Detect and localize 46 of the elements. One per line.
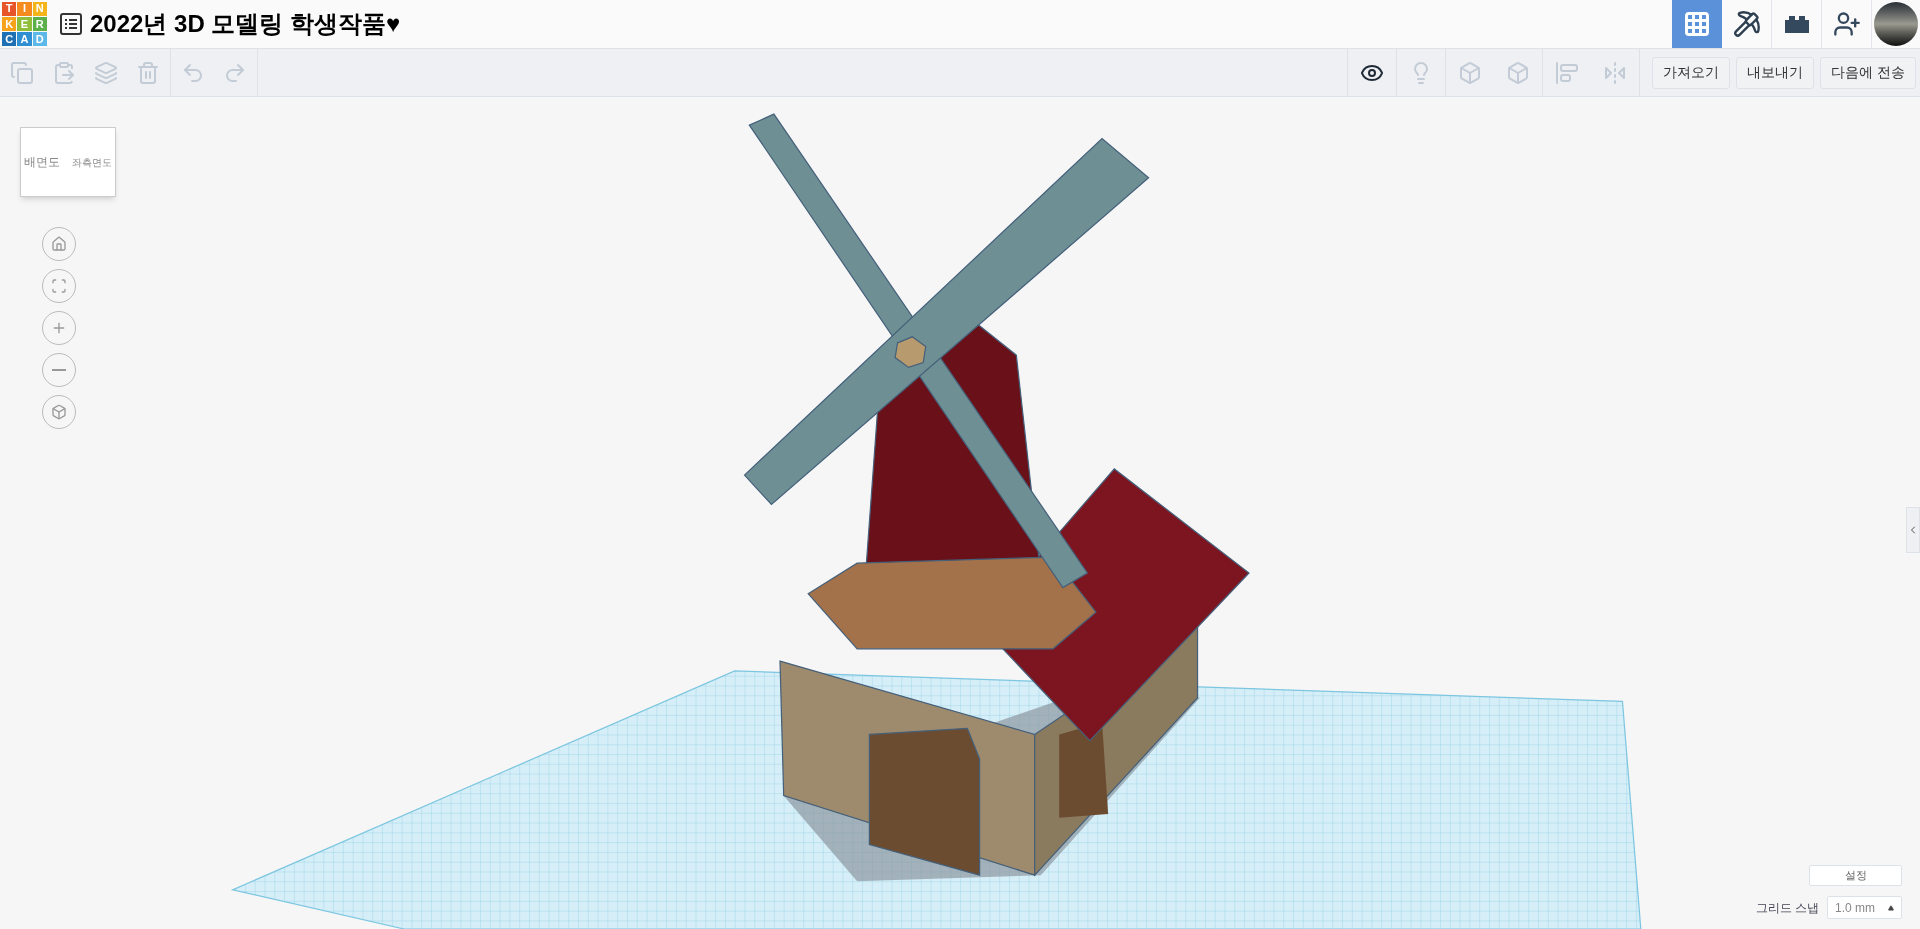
duplicate-icon [94,60,118,85]
logo[interactable]: T I N K E R C A D [2,1,47,47]
grid-icon [1683,10,1711,38]
logo-letter: D [32,32,47,47]
cube-icon [51,404,67,420]
caret-icon [1888,904,1894,911]
brick-icon [1782,14,1811,34]
add-user-icon [1832,10,1861,38]
shape-icon [1506,60,1531,85]
logo-letter: C [2,32,17,47]
toolbar-button[interactable]: 다음에 전송 [1820,56,1916,89]
fit-view-button[interactable] [42,269,76,303]
avatar-photo[interactable] [1874,2,1918,46]
panel-collapse-tab[interactable] [1906,507,1920,553]
zoom-in-button[interactable] [42,311,76,345]
logo-letter: I [17,1,32,16]
logo-letter: E [17,16,32,32]
fit-icon [51,278,67,294]
cube-face-label[interactable]: 배면도 [24,153,60,171]
cube-face-label[interactable]: 좌측면도 [72,154,112,170]
plus-icon [51,320,67,336]
list-icon[interactable] [60,13,82,35]
logo-letter: K [2,16,17,32]
mirror-icon [1603,60,1628,85]
grid-snap-dropdown[interactable]: 1.0 mm [1827,896,1902,919]
align-icon [1555,60,1580,85]
logo-letter: A [17,32,32,47]
grid-snap-label: 그리드 스냅 [1755,899,1819,917]
paste-icon [52,60,76,85]
logo-letter: T [2,1,17,16]
minus-icon [52,369,66,371]
perspective-button[interactable] [42,395,76,429]
pickaxe-icon [1732,10,1761,38]
zoom-out-button[interactable] [42,353,76,387]
delete-icon [136,60,160,85]
settings-button[interactable]: 설정 [1809,865,1902,886]
view-cube[interactable]: 배면도 좌측면도 [20,127,116,197]
logo-letter: N [32,1,47,16]
shape-icon [1458,60,1483,85]
toolbar-button[interactable]: 내보내기 [1736,56,1815,89]
toolbar-button[interactable]: 가져오기 [1652,56,1731,89]
home-view-button[interactable] [42,227,76,261]
logo-letter: R [32,16,47,32]
design-title[interactable]: 2022년 3D 모델링 학생작품♥ [90,6,401,42]
copy-icon [10,60,34,85]
home-icon [51,236,67,252]
